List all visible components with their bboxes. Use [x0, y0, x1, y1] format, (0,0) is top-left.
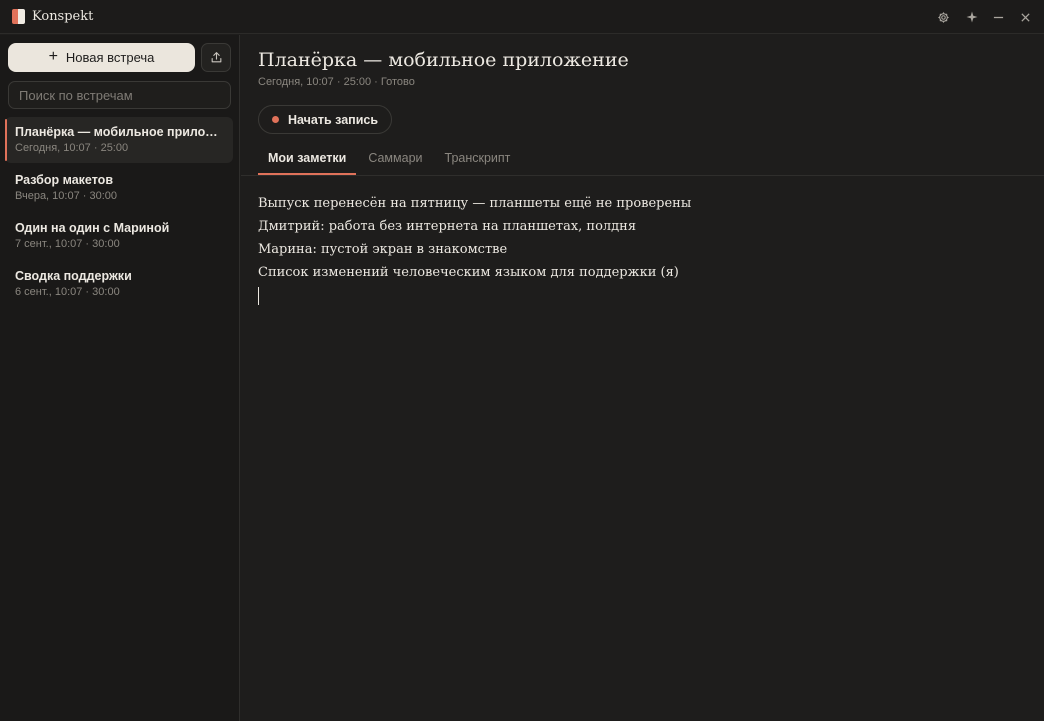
new-meeting-label: Новая встреча	[65, 50, 155, 65]
divider	[241, 175, 1044, 176]
plus-icon: +	[48, 48, 58, 65]
sparkle-icon[interactable]	[963, 8, 981, 26]
tab-summary[interactable]: Саммари	[358, 143, 432, 175]
meeting-title: Сводка поддержки	[15, 269, 132, 283]
new-meeting-button[interactable]: + Новая встреча	[8, 43, 195, 72]
meeting-item-layouts[interactable]: Разбор макетов Вчера, 10:07 · 30:00	[5, 165, 233, 211]
minimize-icon[interactable]	[989, 8, 1007, 26]
meeting-list: Планёрка — мобильное прилож... Сегодня, …	[5, 117, 233, 309]
meeting-meta: 7 сент., 10:07 · 30:00	[15, 238, 120, 250]
upload-icon	[211, 52, 221, 63]
meeting-meta: Сегодня, 10:07 · 25:00	[15, 142, 129, 154]
meeting-item-planning[interactable]: Планёрка — мобильное прилож... Сегодня, …	[5, 117, 233, 163]
app-title: Konspekt	[32, 9, 94, 24]
meeting-item-one-on-one[interactable]: Один на один с Мариной 7 сент., 10:07 · …	[5, 213, 233, 259]
title-bar: Konspekt	[0, 0, 1044, 34]
meeting-meta: Вчера, 10:07 · 30:00	[15, 190, 117, 202]
meeting-title: Планёрка — мобильное прилож...	[15, 125, 223, 139]
record-dot-icon	[272, 116, 279, 123]
tab-my-notes[interactable]: Мои заметки	[258, 143, 357, 175]
tab-bar: Мои заметки Саммари Транскрипт	[258, 143, 522, 175]
start-recording-button[interactable]: Начать запись	[258, 105, 393, 134]
note-line: Дмитрий: работа без интернета на планшет…	[258, 219, 637, 234]
main-panel: Планёрка — мобильное приложение Сегодня,…	[241, 35, 1044, 721]
app-logo-icon	[12, 9, 25, 24]
text-caret	[258, 287, 259, 305]
close-icon[interactable]	[1016, 8, 1034, 26]
start-recording-label: Начать запись	[288, 112, 379, 127]
sidebar: + Новая встреча Планёрка — мобильное при…	[0, 35, 240, 721]
note-line: Список изменений человеческим языком для…	[258, 265, 679, 280]
meeting-item-support[interactable]: Сводка поддержки 6 сент., 10:07 · 30:00	[5, 261, 233, 307]
notes-editor[interactable]: Выпуск перенесён на пятницу — планшеты е…	[258, 192, 1018, 305]
gear-icon[interactable]	[934, 8, 952, 26]
note-line: Марина: пустой экран в знакомстве	[258, 242, 508, 257]
tab-transcript[interactable]: Транскрипт	[435, 143, 521, 175]
export-button[interactable]	[201, 43, 231, 72]
search-input[interactable]	[8, 81, 231, 109]
note-line: Выпуск перенесён на пятницу — планшеты е…	[258, 196, 692, 211]
meeting-title: Разбор макетов	[15, 173, 113, 187]
meeting-status: Сегодня, 10:07 · 25:00 · Готово	[258, 76, 415, 88]
page-title: Планёрка — мобильное приложение	[258, 49, 629, 71]
meeting-meta: 6 сент., 10:07 · 30:00	[15, 286, 120, 298]
meeting-title: Один на один с Мариной	[15, 221, 170, 235]
